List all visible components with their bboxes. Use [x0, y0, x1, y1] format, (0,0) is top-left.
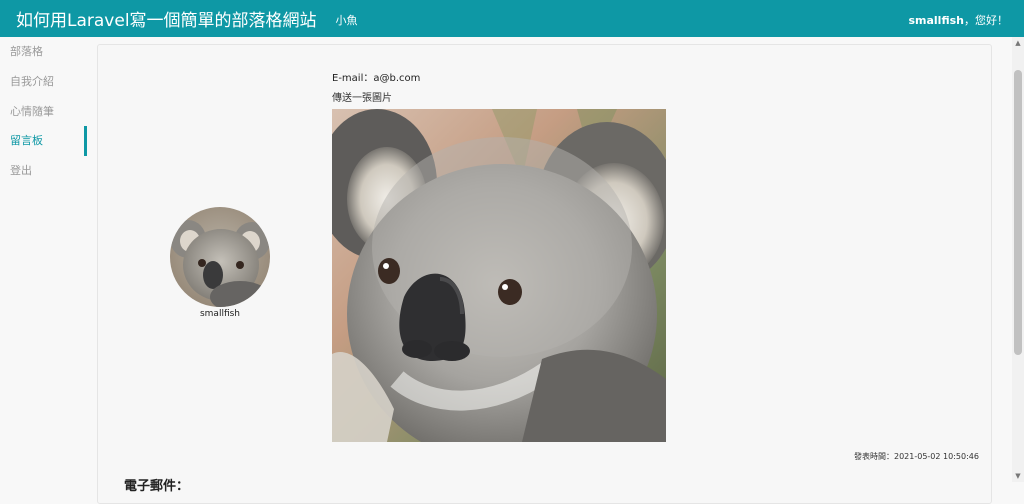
user-name[interactable]: smallfish	[908, 14, 964, 27]
top-navbar: 如何用Laravel寫一個簡單的部落格網站 小魚 smallfish，您好！	[0, 0, 1024, 37]
scroll-down-icon[interactable]: ▼	[1012, 470, 1024, 482]
post-author-name: smallfish	[199, 309, 241, 319]
post-timestamp: 發表時間：2021-05-02 10:50:46	[854, 452, 979, 461]
site-title[interactable]: 如何用Laravel寫一個簡單的部落格網站	[16, 6, 317, 31]
sidebar-item-guestbook[interactable]: 留言板	[0, 126, 88, 156]
koala-post-image	[332, 109, 666, 442]
sidebar: 部落格 自我介紹 心情隨筆 留言板 登出	[0, 37, 88, 482]
sidebar-item-blog[interactable]: 部落格	[0, 37, 88, 67]
scroll-up-icon[interactable]: ▲	[1012, 37, 1024, 49]
sidebar-item-logout[interactable]: 登出	[0, 156, 88, 186]
greeting-suffix: ，您好！	[964, 14, 1008, 27]
scrollbar-thumb[interactable]	[1014, 70, 1022, 355]
post-message: 傳送一張圖片	[332, 93, 392, 104]
sidebar-item-about[interactable]: 自我介紹	[0, 67, 88, 97]
vertical-scrollbar[interactable]: ▲ ▼	[1012, 37, 1024, 482]
avatar	[170, 207, 270, 307]
koala-photo	[332, 109, 666, 442]
koala-avatar-image	[170, 207, 270, 307]
sidebar-item-journal[interactable]: 心情隨筆	[0, 97, 88, 127]
post-email: E-mail：a@b.com	[332, 73, 421, 84]
user-greeting[interactable]: smallfish，您好！	[908, 12, 1008, 28]
email-section-heading: 電子郵件：	[124, 479, 190, 494]
site-subtitle: 小魚	[335, 13, 358, 27]
